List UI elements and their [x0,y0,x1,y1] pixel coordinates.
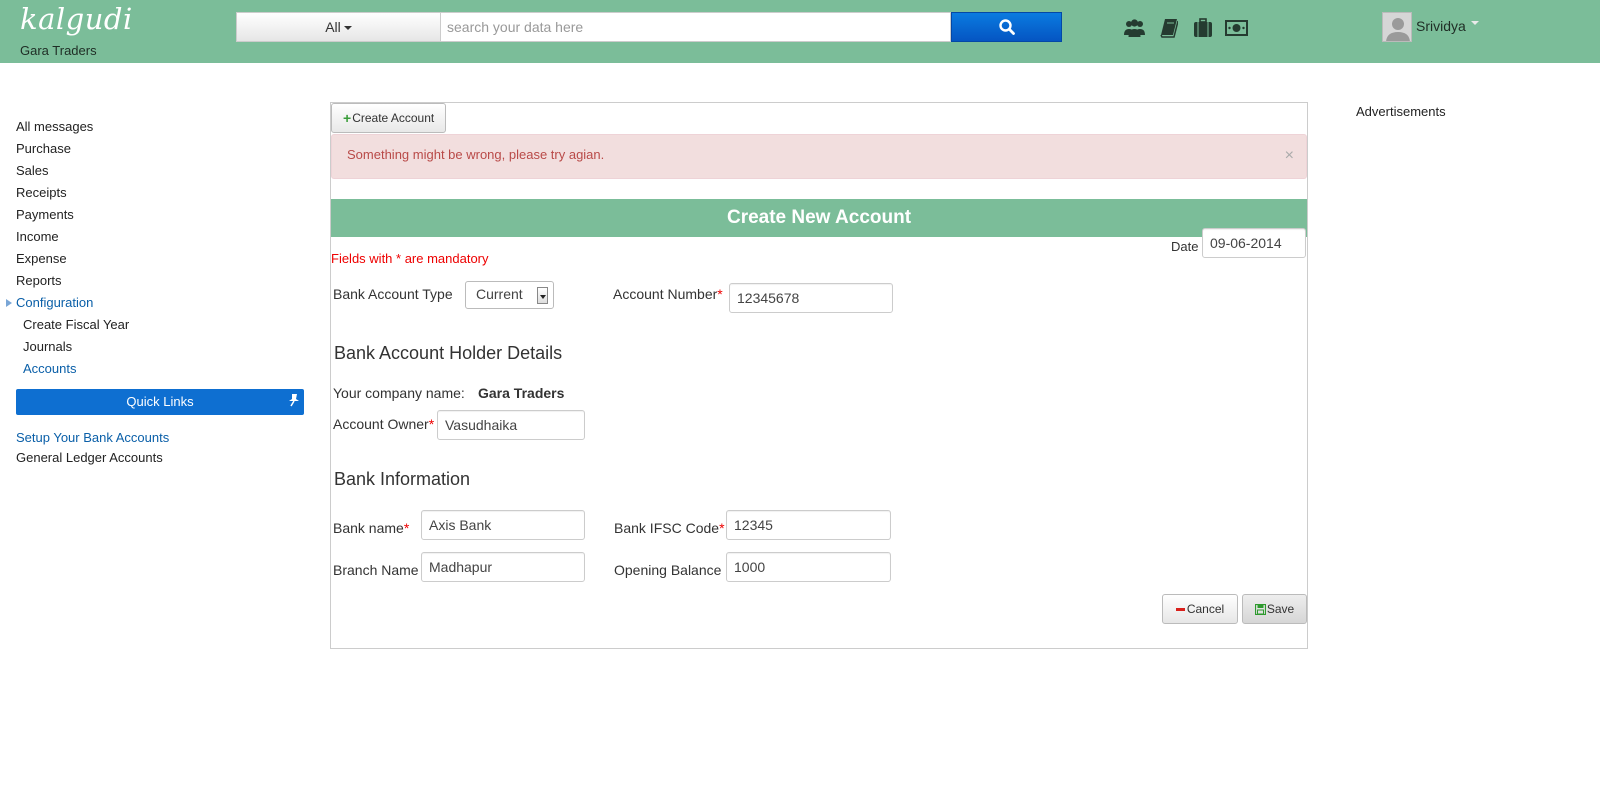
plus-icon: + [343,110,352,126]
sidebar-item-label: Configuration [16,295,94,310]
pin-icon[interactable] [288,393,300,407]
date-label: Date [1171,239,1199,254]
required-mark: * [717,286,723,302]
quick-link-general-ledger-accounts[interactable]: General Ledger Accounts [16,448,304,468]
required-mark: * [428,416,435,432]
ifsc-label: Bank IFSC Code* [614,520,725,536]
sidebar-item-receipts[interactable]: Receipts [16,182,304,204]
search-input[interactable] [440,12,951,42]
header-icons [1123,17,1248,39]
sidebar-item-reports[interactable]: Reports [16,270,304,292]
account-owner-label: Account Owner* [333,416,434,432]
date-field[interactable] [1202,228,1306,258]
expand-arrow-icon [6,299,12,307]
required-mark: * [403,520,410,536]
sidebar: All messages Purchase Sales Receipts Pay… [6,116,304,468]
briefcase-icon[interactable] [1191,17,1214,39]
user-name: Srividya [1416,18,1466,34]
cancel-label: Cancel [1186,602,1225,616]
sidebar-item-purchase[interactable]: Purchase [16,138,304,160]
close-icon[interactable]: × [1285,147,1294,165]
sidebar-item-all-messages[interactable]: All messages [16,116,304,138]
error-alert: Something might be wrong, please try agi… [331,134,1307,179]
branch-name-label: Branch Name [333,562,419,578]
search-icon [998,19,1015,35]
bank-account-type-label: Bank Account Type [333,286,453,302]
sidebar-item-configuration[interactable]: Configuration [6,292,304,314]
dropdown-arrow-icon [537,287,548,304]
account-number-field[interactable] [729,283,893,313]
holder-details-heading: Bank Account Holder Details [334,343,563,363]
users-icon[interactable] [1123,17,1146,39]
account-owner-field[interactable] [437,410,585,440]
ifsc-label-text: Bank IFSC Code [614,520,720,536]
opening-balance-field[interactable] [726,552,891,582]
mandatory-note: Fields with * are mandatory [331,251,489,266]
cancel-button[interactable]: Cancel [1162,594,1238,624]
company-name-label: Your company name: [333,385,465,401]
ifsc-field[interactable] [726,510,891,540]
account-number-label-text: Account Number [613,286,718,302]
company-name: Gara Traders [20,43,97,58]
money-icon[interactable] [1225,17,1248,39]
caret-down-icon [343,26,352,31]
alert-message: Something might be wrong, please try agi… [347,147,605,162]
app-logo[interactable]: kalgudi [20,2,133,36]
search-category-dropdown[interactable]: All [236,12,440,42]
create-account-label: Create Account [352,111,435,125]
form-title: Create New Account [331,199,1307,237]
bank-information-heading: Bank Information [334,469,471,489]
sidebar-item-sales[interactable]: Sales [16,160,304,182]
required-mark: * [719,520,725,536]
save-label: Save [1266,602,1295,616]
bank-name-field[interactable] [421,510,585,540]
create-account-button[interactable]: + Create Account [331,103,447,133]
search-category-label: All [325,19,341,35]
search-button[interactable] [951,12,1062,42]
sidebar-item-accounts[interactable]: Accounts [16,358,304,380]
quick-links-list: Setup Your Bank Accounts General Ledger … [16,428,304,468]
quick-link-setup-bank-accounts[interactable]: Setup Your Bank Accounts [16,428,304,448]
branch-name-field[interactable] [421,552,585,582]
advertisements-title: Advertisements [1356,104,1446,119]
company-name-value: Gara Traders [478,385,565,401]
sidebar-item-create-fiscal-year[interactable]: Create Fiscal Year [16,314,304,336]
account-owner-label-text: Account Owner [333,416,429,432]
sidebar-item-expense[interactable]: Expense [16,248,304,270]
create-account-panel: + Create Account Something might be wrong… [330,102,1308,649]
opening-balance-label: Opening Balance [614,562,722,578]
chevron-down-icon [1470,21,1479,25]
bank-name-label-text: Bank name [333,520,404,536]
save-icon [1254,603,1266,615]
search-bar: All [236,12,1062,42]
quick-links-title: Quick Links [126,394,194,409]
save-button[interactable]: Save [1242,594,1307,624]
bank-account-type-value: Current [476,286,523,302]
sidebar-item-journals[interactable]: Journals [16,336,304,358]
account-number-label: Account Number* [613,286,723,302]
bank-account-type-select[interactable]: Current [465,281,554,309]
sidebar-item-payments[interactable]: Payments [16,204,304,226]
user-menu[interactable]: Srividya [1382,12,1479,42]
top-header: kalgudi Gara Traders All search your dat… [0,0,1600,63]
avatar [1382,12,1412,42]
minus-icon [1175,607,1185,611]
quick-links-header[interactable]: Quick Links [16,389,304,415]
bank-name-label: Bank name* [333,520,409,536]
sidebar-item-income[interactable]: Income [16,226,304,248]
book-icon[interactable] [1157,17,1180,39]
